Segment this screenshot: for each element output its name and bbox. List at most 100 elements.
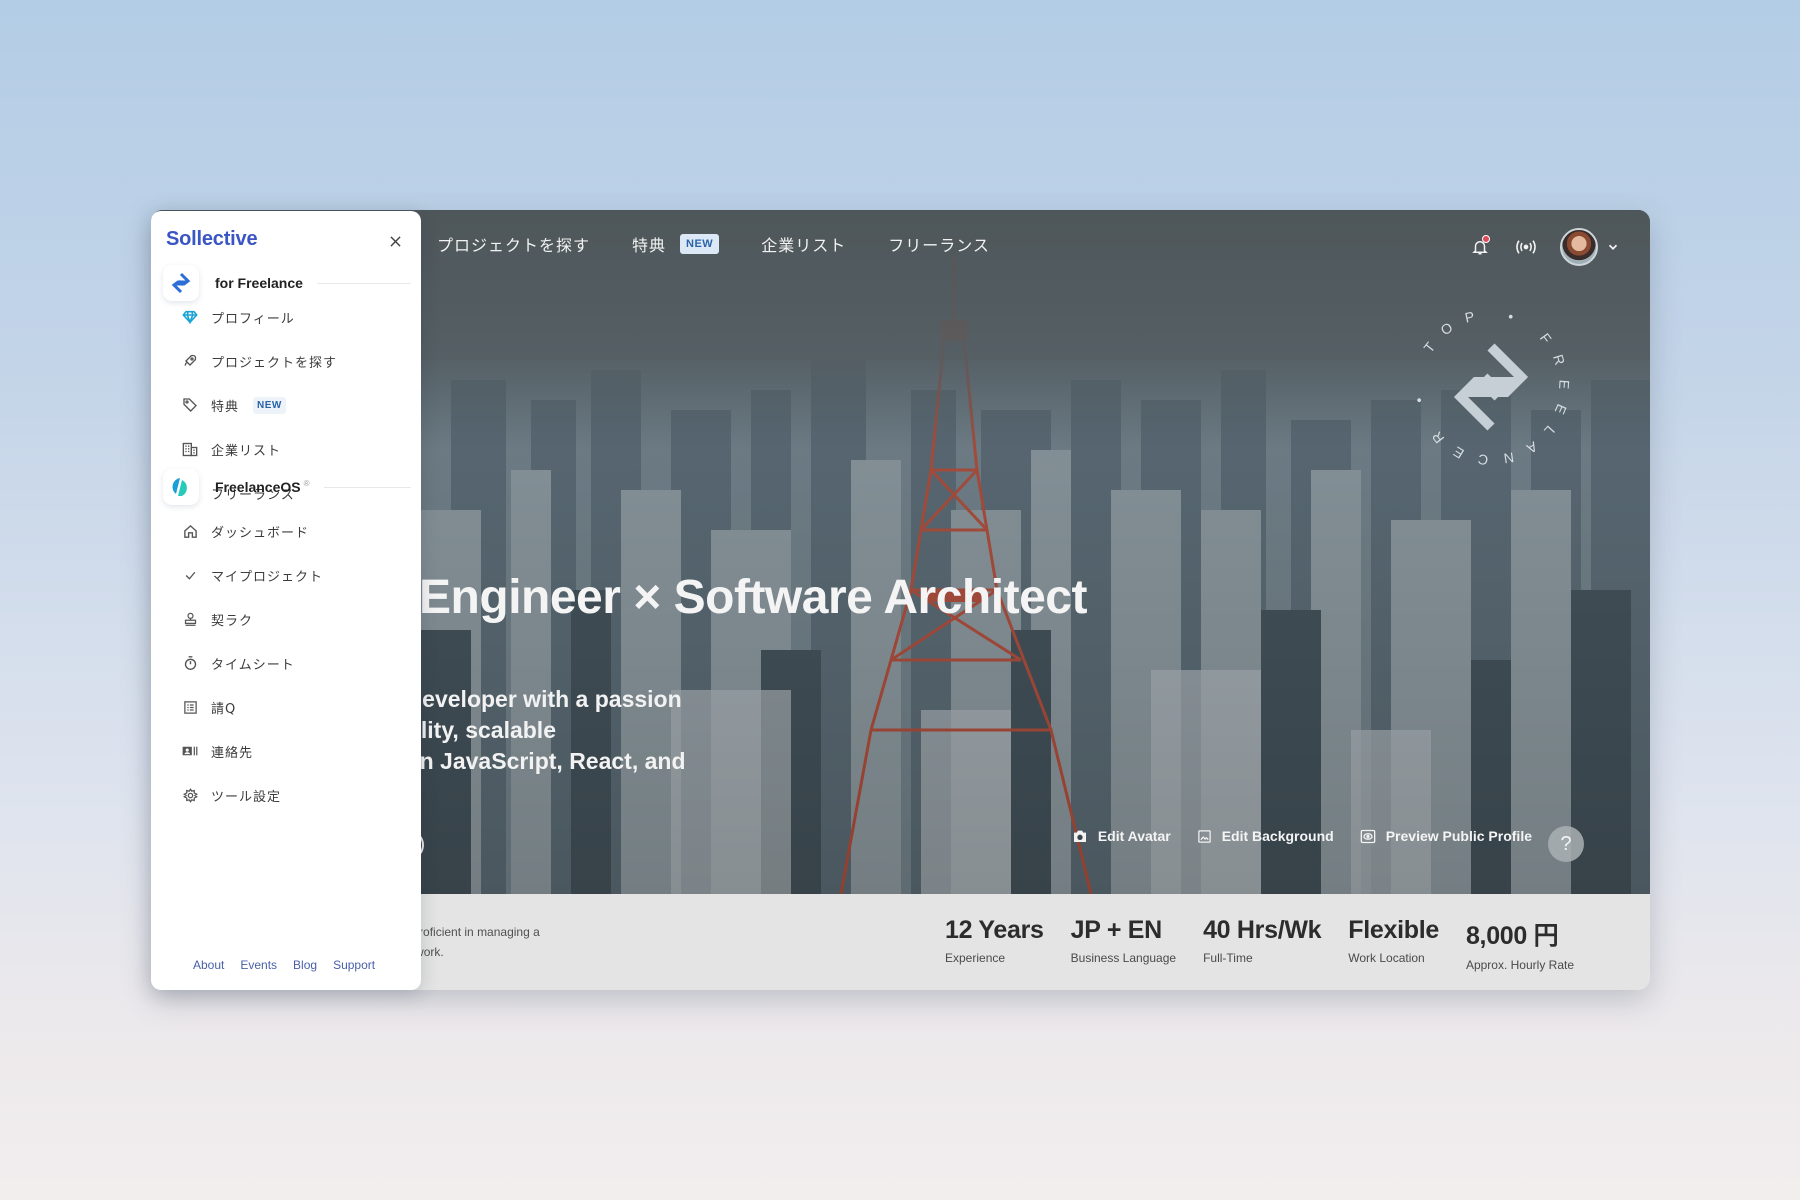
footer-link-events[interactable]: Events	[240, 958, 277, 972]
hero-actions: Edit Avatar Edit Background Preview Publ…	[1072, 828, 1532, 844]
stats-list: 12 Years Experience JP + EN Business Lan…	[945, 916, 1601, 972]
stat-label: Experience	[945, 951, 1006, 965]
stat-value: Flexible	[1348, 916, 1439, 944]
home-icon	[183, 524, 197, 538]
footer-link-blog[interactable]: Blog	[293, 958, 317, 972]
profile-summary: re developer with a passion quality, sca…	[380, 684, 800, 777]
stat-value: 40 Hrs/Wk	[1203, 916, 1322, 944]
summary-line: quality, scalable	[380, 717, 556, 743]
nav-label: プロジェクトを探す	[437, 236, 591, 255]
nav-perks[interactable]: 特典 NEW	[632, 232, 720, 256]
menu-label: ダッシュボード	[211, 525, 310, 541]
section-freelance-os: FreelanceOS ®	[163, 469, 411, 505]
sidebar-item-dashboard[interactable]: ダッシュボード	[181, 509, 323, 553]
menu-label: プロジェクトを探す	[211, 355, 338, 371]
building-icon	[182, 442, 198, 456]
sidebar-item-timesheet[interactable]: タイムシート	[181, 641, 323, 685]
section-title: for Freelance	[215, 275, 303, 291]
sidebar-item-my-projects[interactable]: マイプロジェクト	[181, 553, 323, 597]
freelance-os-logo-icon	[172, 478, 187, 496]
avatar[interactable]	[1560, 228, 1598, 266]
menu-label: 請Q	[211, 701, 237, 717]
sidebar-item-keiraku[interactable]: 契ラク	[181, 597, 323, 641]
eye-icon	[1360, 829, 1376, 843]
stat-label: Work Location	[1348, 951, 1425, 965]
close-sidebar-button[interactable]	[385, 231, 405, 251]
nav-company-list[interactable]: 企業リスト	[761, 232, 846, 256]
menu-label: 特典	[211, 399, 240, 415]
section-title: FreelanceOS ®	[215, 479, 310, 495]
camera-icon	[1073, 830, 1086, 842]
footer-link-support[interactable]: Support	[333, 958, 375, 972]
edit-background-button[interactable]: Edit Background	[1197, 828, 1334, 844]
stat-business-language: JP + EN Business Language	[1071, 916, 1176, 972]
top-freelancer-badge: TOP • FREELANCER •	[1409, 305, 1558, 469]
menu-label: タイムシート	[211, 657, 295, 673]
action-label: Preview Public Profile	[1385, 828, 1532, 844]
chevron-down-icon[interactable]	[1606, 240, 1620, 254]
nav-find-projects[interactable]: プロジェクトを探す	[437, 232, 590, 256]
invoice-icon	[183, 700, 197, 714]
contact-card-icon	[182, 746, 198, 756]
sidebar-item-find-projects[interactable]: プロジェクトを探す	[181, 339, 337, 383]
summary-line: re developer with a passion	[380, 686, 682, 712]
sidebar-item-tool-settings[interactable]: ツール設定	[181, 773, 323, 817]
stat-value: 12 Years	[945, 916, 1044, 944]
stat-hourly-rate: 8,000 円 Approx. Hourly Rate	[1466, 916, 1574, 972]
profile-headline: k Engineer × Software Architect	[380, 571, 1087, 624]
stat-value: JP + EN	[1070, 916, 1163, 944]
brand-logo[interactable]: Sollective	[166, 228, 258, 251]
broadcast-button[interactable]	[1514, 235, 1538, 259]
menu-label: 企業リスト	[211, 443, 282, 459]
image-icon	[1197, 829, 1211, 843]
gear-icon	[182, 787, 198, 803]
divider	[323, 486, 411, 488]
sidebar-item-company-list[interactable]: 企業リスト	[181, 427, 337, 471]
stat-experience: 12 Years Experience	[945, 916, 1044, 972]
menu-label: プロフィール	[211, 311, 295, 327]
new-badge: NEW	[680, 234, 720, 254]
preview-public-profile-button[interactable]: Preview Public Profile	[1360, 828, 1532, 844]
menu-label: 連絡先	[211, 745, 254, 761]
nav-label: フリーランス	[888, 236, 990, 255]
action-label: Edit Background	[1221, 828, 1334, 844]
sollective-logo-icon	[1453, 343, 1529, 431]
stat-full-time: 40 Hrs/Wk Full-Time	[1203, 916, 1321, 972]
sidebar-item-perks[interactable]: 特典 NEW	[181, 383, 337, 427]
help-button[interactable]: ?	[1548, 826, 1584, 862]
sidebar-item-contacts[interactable]: 連絡先	[181, 729, 323, 773]
stopwatch-icon	[184, 656, 196, 670]
close-icon	[389, 235, 401, 247]
divider	[316, 282, 411, 284]
menu-label: マイプロジェクト	[211, 569, 324, 585]
sidebar-item-invoice[interactable]: 請Q	[181, 685, 323, 729]
nav-freelancers[interactable]: フリーランス	[888, 232, 990, 256]
freelance-os-menu: ダッシュボード マイプロジェクト 契ラク タイムシート 請Q 連絡先 ツール設定	[181, 509, 323, 817]
stat-label: Approx. Hourly Rate	[1465, 958, 1574, 972]
edit-avatar-button[interactable]: Edit Avatar	[1072, 828, 1171, 844]
stat-label: Full-Time	[1203, 951, 1253, 965]
notification-dot	[1482, 235, 1490, 243]
diamond-icon	[182, 310, 198, 324]
stat-work-location: Flexible Work Location	[1348, 916, 1439, 972]
check-icon	[185, 571, 195, 580]
sidebar-footer-links: About Events Blog Support	[193, 958, 375, 972]
menu-label: 契ラク	[211, 613, 254, 629]
stat-value: 8,000 円	[1465, 922, 1559, 950]
section-logo	[163, 469, 199, 505]
footer-link-about[interactable]: About	[193, 958, 224, 972]
nav-label: 企業リスト	[761, 236, 847, 255]
stat-label: Business Language	[1070, 951, 1177, 965]
registered-mark: ®	[303, 479, 310, 489]
nav-label: 特典	[632, 236, 667, 255]
notifications-button[interactable]	[1468, 235, 1492, 259]
new-badge: NEW	[253, 396, 286, 414]
broadcast-icon	[1516, 240, 1536, 254]
sidebar-item-profile[interactable]: プロフィール	[181, 295, 337, 339]
menu-label: ツール設定	[211, 789, 282, 805]
stamp-icon	[184, 612, 196, 626]
tag-icon	[183, 398, 197, 412]
summary-line: ed in JavaScript, React, and	[380, 748, 686, 774]
action-label: Edit Avatar	[1097, 828, 1171, 844]
sollective-logo-icon	[171, 272, 191, 294]
